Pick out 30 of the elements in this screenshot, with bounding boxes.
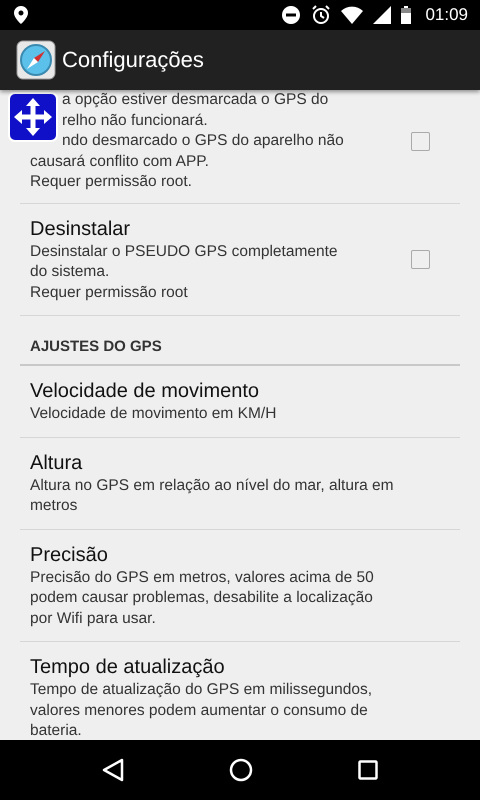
setting-summary: Tempo de atualização do GPS em milissegundos, valores menores podem aumentar o consumo de bateria. <box>30 680 374 740</box>
clock-time: 01:09 <box>425 5 468 25</box>
setting-title: Tempo de atualização <box>30 655 226 680</box>
wifi-icon <box>341 6 364 24</box>
setting-summary: Altura no GPS em relação ao nível do mar, altura em metros <box>30 476 395 516</box>
setting-title: Velocidade de movimento <box>30 379 260 404</box>
recents-icon[interactable] <box>358 760 378 780</box>
home-icon[interactable] <box>228 758 253 782</box>
setting-summary: Desinstalar o PSEUDO GPS completamente do sistema. Requer permissão root <box>30 242 339 302</box>
location-icon <box>14 6 28 24</box>
category-title: AJUSTES DO GPS <box>30 338 162 355</box>
setting-title: Altura <box>30 450 84 476</box>
setting-title: Precisão <box>30 542 109 568</box>
setting-title: Desinstalar <box>30 216 132 242</box>
summary-line: a opção estiver desmarcada o GPS do <box>62 90 328 110</box>
setting-summary: Precisão do GPS em metros, valores acima de 50 podem causar problemas, desabilite a localização por Wifi para usar. <box>30 568 375 628</box>
signal-icon <box>373 6 392 24</box>
compass-icon <box>16 40 56 80</box>
checkbox[interactable] <box>411 250 430 269</box>
do-not-disturb-icon <box>281 5 302 25</box>
checkbox[interactable] <box>411 132 430 151</box>
summary-line: relho não funcionará. <box>62 110 208 130</box>
summary-line: ndo desmarcado o GPS do aparelho não <box>62 131 344 151</box>
setting-summary: Velocidade de movimento em KM/H <box>30 404 278 424</box>
alarm-icon <box>311 5 332 25</box>
move-handle-icon[interactable] <box>8 92 58 142</box>
screen-title: Configurações <box>62 47 204 73</box>
back-icon[interactable] <box>102 758 124 782</box>
battery-icon <box>401 6 412 24</box>
setting-summary: causará conflito com APP. Requer permissão root. <box>30 152 210 192</box>
